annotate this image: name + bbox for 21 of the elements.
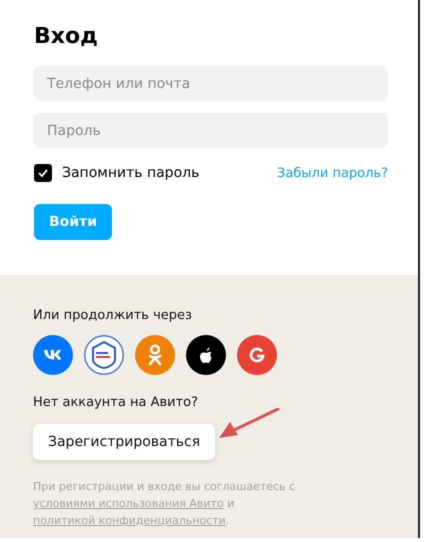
input-field[interactable]: Пароль <box>34 113 388 148</box>
legal-notice: При регистрации и входе вы соглашаетесь с условиями использования Авито и политикой конфиденциальности. <box>33 479 296 529</box>
social-login-button[interactable] <box>84 335 124 375</box>
apple-logo-icon <box>198 346 214 364</box>
shield-logo-icon <box>91 341 117 369</box>
legal-link[interactable]: политикой конфиденциальности <box>33 514 226 527</box>
remember-checkbox[interactable] <box>34 164 52 182</box>
social-login-button[interactable] <box>186 335 226 375</box>
vk-logo-icon <box>43 349 63 361</box>
no-account-text: Нет аккаунта на Авито? <box>33 395 200 410</box>
social-heading: Или продолжить через <box>33 308 193 323</box>
ok-logo-icon <box>148 344 162 366</box>
dialog-title: Вход <box>34 24 99 49</box>
login-button[interactable]: Войти <box>34 204 112 240</box>
register-button[interactable]: Зарегистрироваться <box>33 424 216 460</box>
google-logo-icon <box>249 347 265 363</box>
input-field[interactable]: Телефон или почта <box>34 66 388 101</box>
remember-label: Запомнить пароль <box>62 165 200 181</box>
legal-link[interactable]: условиями использования Авито <box>33 497 224 510</box>
checkmark-icon <box>38 169 48 177</box>
forgot-password-link[interactable]: Забыли пароль? <box>276 166 388 180</box>
